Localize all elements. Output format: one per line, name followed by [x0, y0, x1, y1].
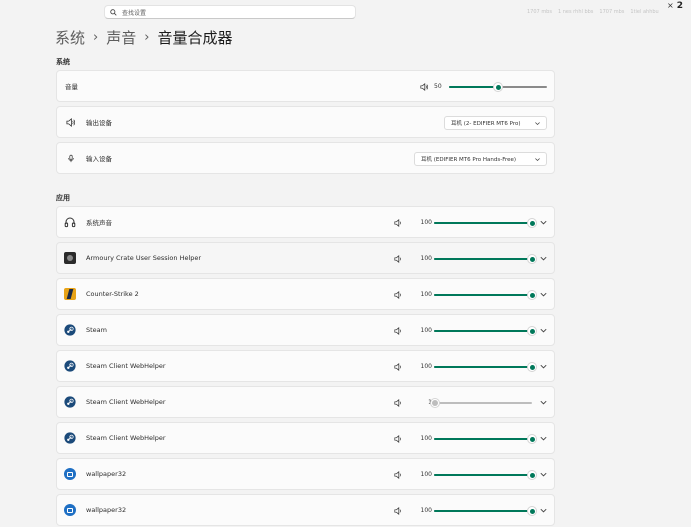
speaker-icon[interactable]: [394, 291, 402, 299]
app-row: Steam Client WebHelper 100: [56, 350, 555, 382]
app-volume-value: 100: [420, 219, 432, 226]
app-volume-value: 1: [407, 399, 432, 406]
app-volume-slider[interactable]: [434, 363, 536, 371]
app-volume-value: 100: [420, 327, 432, 334]
chevron-down-icon[interactable]: [539, 218, 548, 227]
steam-icon: [64, 324, 76, 336]
speaker-icon[interactable]: [394, 399, 402, 407]
breadcrumb: 系统 › 声音 › 音量合成器: [55, 27, 232, 48]
app-name: wallpaper32: [86, 506, 127, 514]
app-row: Armoury Crate User Session Helper 100: [56, 242, 555, 274]
app-volume-slider[interactable]: [434, 255, 536, 263]
app-row: Steam Client WebHelper 1: [56, 386, 555, 418]
microphone-icon: [68, 154, 74, 163]
tray-item: 1707 mbs: [599, 9, 625, 15]
app-volume-slider[interactable]: [430, 399, 532, 407]
tray-item: 1tiel ahhbu: [630, 9, 659, 15]
notification-badge: 2: [676, 1, 683, 11]
app-name: Steam Client WebHelper: [86, 362, 166, 370]
app-name: Steam Client WebHelper: [86, 398, 166, 406]
steam-icon: [64, 396, 76, 408]
app-row: wallpaper32 100: [56, 494, 555, 526]
chevron-down-icon[interactable]: [539, 398, 548, 407]
input-device-label: 输入设备: [86, 155, 112, 163]
speaker-icon[interactable]: [394, 435, 402, 443]
chevron-down-icon: [535, 122, 540, 126]
speaker-icon[interactable]: [394, 507, 402, 515]
system-volume-row: 音量 50: [56, 70, 555, 102]
close-icon[interactable]: ×: [667, 2, 674, 10]
steam-icon: [64, 432, 76, 444]
speaker-icon[interactable]: [420, 83, 428, 91]
armoury-crate-icon: [64, 252, 76, 264]
app-volume-value: 100: [420, 255, 432, 262]
tray-item: 1 nes rhhl bbs: [557, 9, 594, 15]
section-label-apps: 应用: [56, 194, 70, 202]
section-label-system: 系统: [56, 58, 70, 66]
app-name: Counter-Strike 2: [86, 290, 139, 298]
search-icon: [110, 8, 117, 16]
output-device-selected: 耳机 (2- EDIFIER MT6 Pro): [451, 121, 521, 127]
speaker-icon[interactable]: [394, 327, 402, 335]
app-volume-slider[interactable]: [434, 327, 536, 335]
app-volume-value: 100: [420, 291, 432, 298]
output-device-label: 输出设备: [86, 119, 112, 127]
tray-item: 1707 mbs: [527, 9, 552, 15]
app-name: Steam Client WebHelper: [86, 434, 166, 442]
speaker-icon[interactable]: [394, 255, 402, 263]
chevron-right-icon: ›: [144, 30, 150, 45]
volume-value: 50: [434, 83, 442, 90]
taskbar-tray: 1707 mbs 1 nes rhhl bbs 1707 mbs 1tiel a…: [527, 9, 659, 15]
page-title: 音量合成器: [157, 29, 233, 47]
app-volume-value: 100: [420, 507, 432, 514]
output-device-row[interactable]: 输出设备 耳机 (2- EDIFIER MT6 Pro): [56, 106, 555, 138]
speaker-icon[interactable]: [394, 219, 402, 227]
volume-label: 音量: [65, 83, 78, 91]
chevron-down-icon[interactable]: [539, 506, 548, 515]
search-placeholder: 查找设置: [122, 9, 147, 17]
speaker-icon[interactable]: [394, 363, 402, 371]
chevron-down-icon[interactable]: [539, 326, 548, 335]
chevron-down-icon[interactable]: [539, 434, 548, 443]
app-row: Counter-Strike 2 100: [56, 278, 555, 310]
chevron-down-icon: [535, 158, 540, 162]
app-volume-slider[interactable]: [434, 219, 536, 227]
chevron-down-icon[interactable]: [539, 470, 548, 479]
input-device-dropdown[interactable]: 耳机 (EDIFIER MT6 Pro Hands-Free): [414, 152, 547, 166]
app-volume-value: 100: [420, 471, 432, 478]
wallpaper-engine-icon: [64, 504, 76, 516]
app-volume-slider[interactable]: [434, 507, 536, 515]
chevron-right-icon: ›: [93, 30, 99, 45]
app-row: 系统声音 100: [56, 206, 555, 238]
breadcrumb-sound[interactable]: 声音: [106, 27, 136, 48]
breadcrumb-system[interactable]: 系统: [55, 27, 85, 48]
steam-icon: [64, 360, 76, 372]
input-device-row[interactable]: 输入设备 耳机 (EDIFIER MT6 Pro Hands-Free): [56, 142, 555, 174]
app-row: Steam 100: [56, 314, 555, 346]
chevron-down-icon[interactable]: [539, 254, 548, 263]
volume-slider[interactable]: [449, 83, 547, 91]
chevron-down-icon[interactable]: [539, 362, 548, 371]
app-name: Armoury Crate User Session Helper: [86, 254, 202, 262]
headphones-icon: [64, 216, 76, 228]
app-name: 系统声音: [86, 219, 112, 227]
app-volume-slider[interactable]: [434, 435, 536, 443]
app-name: wallpaper32: [86, 470, 127, 478]
input-device-selected: 耳机 (EDIFIER MT6 Pro Hands-Free): [421, 157, 517, 163]
output-device-dropdown[interactable]: 耳机 (2- EDIFIER MT6 Pro): [444, 116, 547, 130]
app-row: wallpaper32 100: [56, 458, 555, 490]
chevron-down-icon[interactable]: [539, 290, 548, 299]
app-name: Steam: [86, 326, 107, 334]
app-volume-slider[interactable]: [434, 291, 536, 299]
app-volume-value: 100: [420, 435, 432, 442]
app-volume-value: 100: [420, 363, 432, 370]
app-volume-slider[interactable]: [434, 471, 536, 479]
app-row: Steam Client WebHelper 100: [56, 422, 555, 454]
speaker-icon[interactable]: [394, 471, 402, 479]
counter-strike-icon: [64, 288, 76, 300]
search-input[interactable]: 查找设置: [104, 5, 356, 19]
speaker-icon: [66, 118, 75, 127]
wallpaper-engine-icon: [64, 468, 76, 480]
